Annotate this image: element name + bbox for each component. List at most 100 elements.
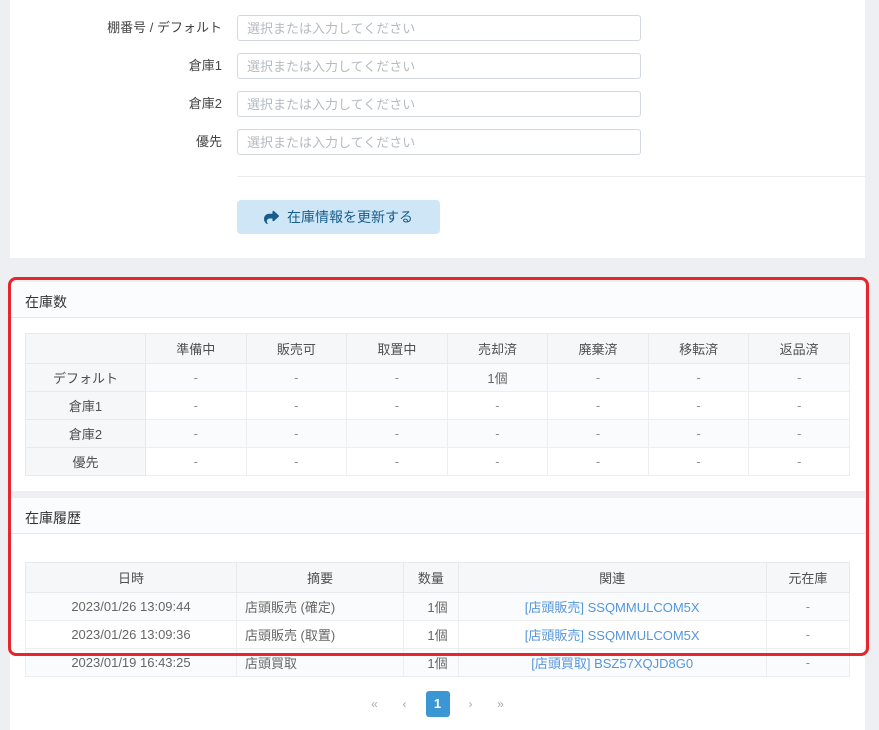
stock-cell: - xyxy=(145,391,247,420)
history-quantity: 1個 xyxy=(403,592,459,621)
stock-cell: - xyxy=(245,391,348,420)
history-original: - xyxy=(765,648,851,677)
shelf-default-label: 棚番号 / デフォルト xyxy=(107,20,222,35)
table-row: 優先 - - - - - - - xyxy=(25,447,850,476)
history-quantity: 1個 xyxy=(403,648,459,677)
stock-cell: - xyxy=(547,391,649,420)
stock-cell: - xyxy=(748,363,850,392)
stock-cell: - xyxy=(446,419,549,448)
warehouse1-input[interactable] xyxy=(237,53,641,79)
history-original: - xyxy=(765,592,851,621)
share-arrow-icon xyxy=(264,210,279,225)
history-summary: 店頭販売 (確定) xyxy=(235,592,405,621)
page-content: 棚番号 / デフォルト 倉庫1 倉庫2 優先 在庫情報を更新する 在庫数 xyxy=(10,0,865,730)
history-related: [店頭販売] SSQMMULCOM5X xyxy=(457,592,767,621)
history-datetime: 2023/01/26 13:09:36 xyxy=(25,620,237,649)
history-col-related: 関連 xyxy=(457,562,767,593)
stock-row-label: 倉庫1 xyxy=(25,391,146,420)
history-related: [店頭販売] SSQMMULCOM5X xyxy=(457,620,767,649)
update-stock-button-label: 在庫情報を更新する xyxy=(287,209,413,225)
history-col-datetime: 日時 xyxy=(25,562,237,593)
history-summary: 店頭販売 (取置) xyxy=(235,620,405,649)
related-record-link[interactable]: [店頭販売] SSQMMULCOM5X xyxy=(525,600,700,615)
table-row: デフォルト - - - 1個 - - - xyxy=(25,363,850,392)
stock-count-body: 準備中 販売可 取置中 売却済 廃棄済 移転済 返品済 デフォルト - - - xyxy=(10,318,865,491)
priority-input[interactable] xyxy=(237,129,641,155)
stock-cell: - xyxy=(145,419,247,448)
form-row-warehouse2: 倉庫2 xyxy=(10,91,865,117)
stock-cell: - xyxy=(748,419,850,448)
stock-cell: - xyxy=(346,363,448,392)
page-number-current[interactable]: 1 xyxy=(425,691,450,717)
stock-cell: - xyxy=(446,391,549,420)
warehouse1-label: 倉庫1 xyxy=(188,58,222,73)
stock-cell: - xyxy=(245,363,348,392)
stock-cell: - xyxy=(145,363,247,392)
history-datetime: 2023/01/26 13:09:44 xyxy=(25,592,237,621)
stock-col-returned: 返品済 xyxy=(748,333,850,364)
history-original: - xyxy=(765,620,851,649)
related-record-link[interactable]: [店頭買取] BSZ57XQJD8G0 xyxy=(531,656,693,671)
last-page-icon[interactable]: » xyxy=(490,691,512,717)
history-quantity: 1個 xyxy=(403,620,459,649)
stock-count-header-row: 準備中 販売可 取置中 売却済 廃棄済 移転済 返品済 xyxy=(25,333,850,364)
form-row-priority: 優先 xyxy=(10,129,865,155)
stock-count-title: 在庫数 xyxy=(10,282,865,318)
next-page-icon[interactable]: › xyxy=(460,691,482,717)
form-row-shelf: 棚番号 / デフォルト xyxy=(10,15,865,41)
prev-page-icon[interactable]: ‹ xyxy=(394,691,416,717)
shelf-default-input[interactable] xyxy=(237,15,641,41)
stock-col-sold: 売却済 xyxy=(446,333,549,364)
stock-count-panel: 在庫数 準備中 販売可 取置中 売却済 廃棄済 移転済 返品済 デフォルト - … xyxy=(10,282,865,491)
first-page-icon[interactable]: « xyxy=(364,691,386,717)
history-col-quantity: 数量 xyxy=(403,562,459,593)
stock-cell: - xyxy=(245,447,348,476)
stock-cell: - xyxy=(547,419,649,448)
update-stock-button[interactable]: 在庫情報を更新する xyxy=(237,200,440,234)
stock-cell: - xyxy=(346,447,448,476)
stock-cell: - xyxy=(145,447,247,476)
stock-update-form: 棚番号 / デフォルト 倉庫1 倉庫2 優先 在庫情報を更新する xyxy=(10,0,865,258)
stock-col-empty xyxy=(25,333,146,364)
table-row: 倉庫2 - - - - - - - xyxy=(25,419,850,448)
related-record-link[interactable]: [店頭販売] SSQMMULCOM5X xyxy=(525,628,700,643)
stock-cell: - xyxy=(346,391,448,420)
history-related: [店頭買取] BSZ57XQJD8G0 xyxy=(457,648,767,677)
warehouse2-input[interactable] xyxy=(237,91,641,117)
priority-label: 優先 xyxy=(195,134,222,149)
stock-col-discarded: 廃棄済 xyxy=(547,333,649,364)
stock-col-transferred: 移転済 xyxy=(647,333,750,364)
stock-row-label: 倉庫2 xyxy=(25,419,146,448)
stock-history-table: 日時 摘要 数量 関連 元在庫 2023/01/26 13:09:44 店頭販売… xyxy=(25,562,851,677)
table-row: 2023/01/26 13:09:36 店頭販売 (取置) 1個 [店頭販売] … xyxy=(25,620,851,649)
stock-cell: - xyxy=(647,391,750,420)
stock-col-sellable: 販売可 xyxy=(245,333,348,364)
stock-cell: - xyxy=(748,447,850,476)
warehouse2-label: 倉庫2 xyxy=(188,96,222,111)
history-col-original: 元在庫 xyxy=(765,562,851,593)
form-row-warehouse1: 倉庫1 xyxy=(10,53,865,79)
stock-row-label: デフォルト xyxy=(25,363,146,392)
stock-cell: - xyxy=(547,447,649,476)
stock-cell: - xyxy=(748,391,850,420)
stock-cell: - xyxy=(647,419,750,448)
stock-cell: - xyxy=(647,363,750,392)
stock-col-preparing: 準備中 xyxy=(145,333,247,364)
stock-cell: - xyxy=(446,447,549,476)
stock-cell: - xyxy=(245,419,348,448)
pagination: « ‹ 1 › » xyxy=(25,691,850,717)
table-row: 2023/01/19 16:43:25 店頭買取 1個 [店頭買取] BSZ57… xyxy=(25,648,851,677)
stock-cell: 1個 xyxy=(446,363,549,392)
stock-history-body: 日時 摘要 数量 関連 元在庫 2023/01/26 13:09:44 店頭販売… xyxy=(10,534,865,730)
history-datetime: 2023/01/19 16:43:25 xyxy=(25,648,237,677)
stock-cell: - xyxy=(346,419,448,448)
stock-col-onhold: 取置中 xyxy=(346,333,448,364)
history-summary: 店頭買取 xyxy=(235,648,405,677)
stock-count-table: 準備中 販売可 取置中 売却済 廃棄済 移転済 返品済 デフォルト - - - xyxy=(25,333,850,476)
history-col-summary: 摘要 xyxy=(235,562,405,593)
table-row: 倉庫1 - - - - - - - xyxy=(25,391,850,420)
table-row: 2023/01/26 13:09:44 店頭販売 (確定) 1個 [店頭販売] … xyxy=(25,592,851,621)
stock-cell: - xyxy=(647,447,750,476)
